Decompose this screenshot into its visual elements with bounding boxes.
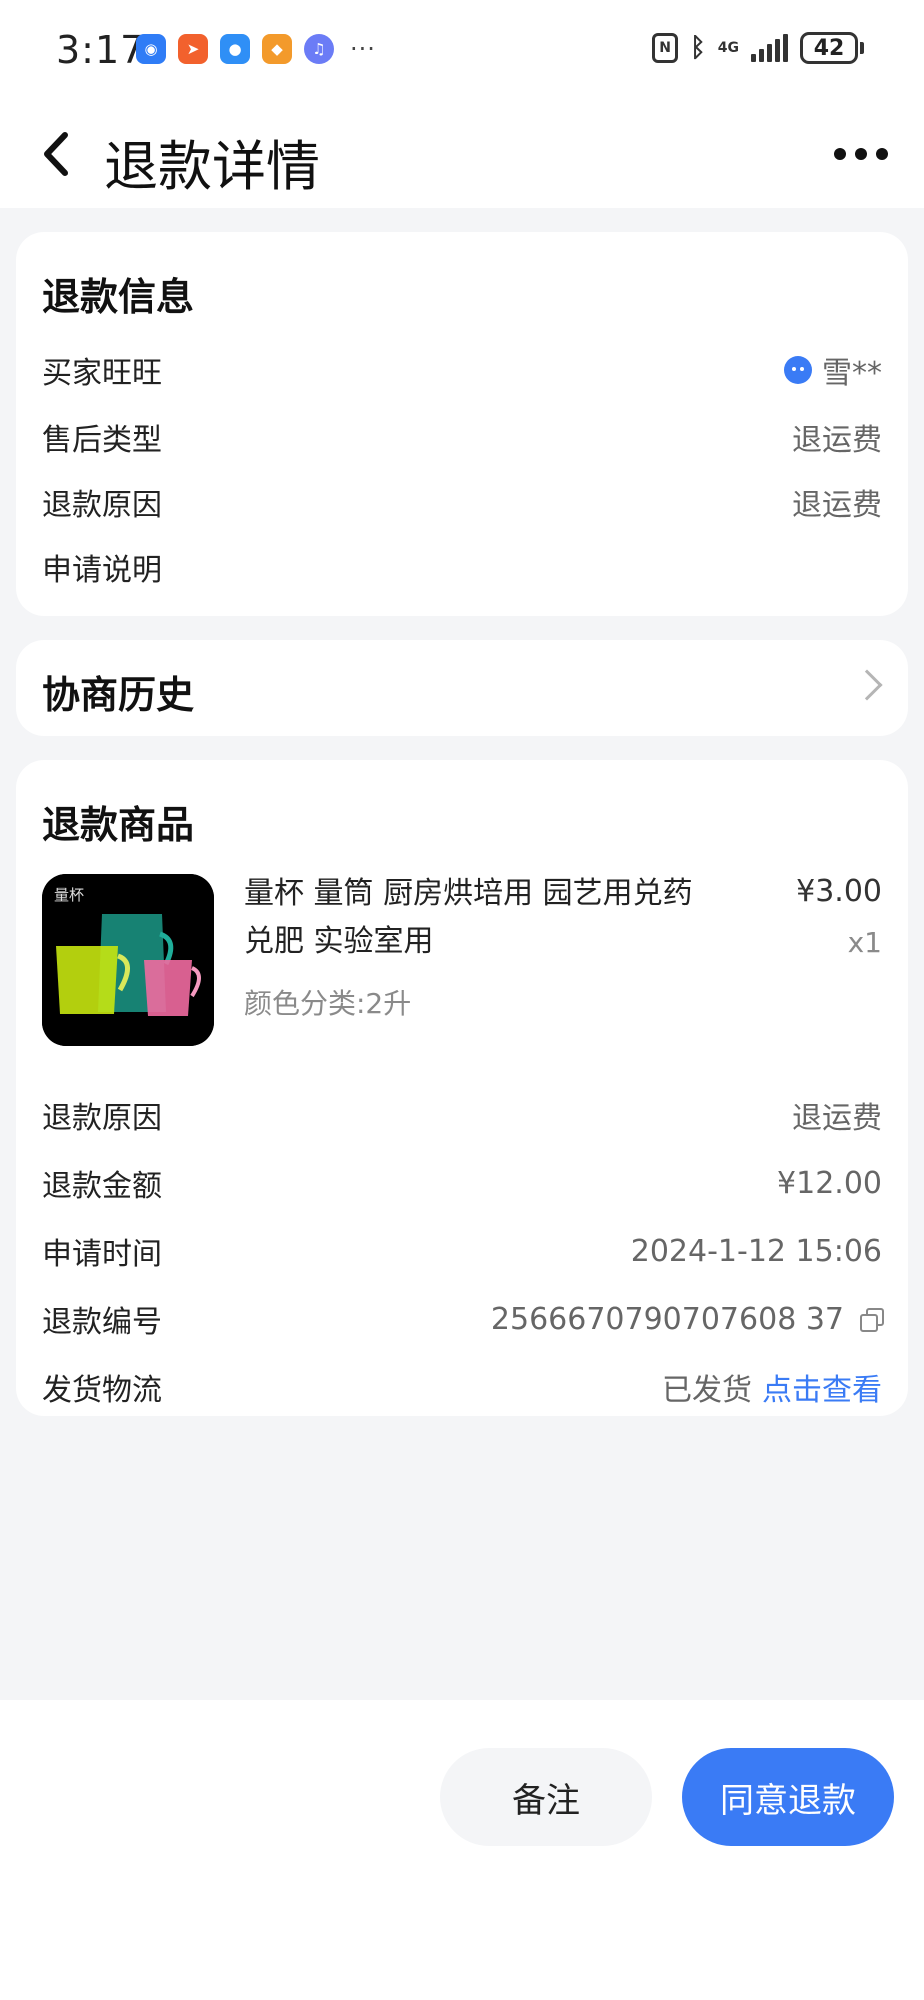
row-label: 退款原因 [42, 488, 162, 523]
chat-app-icon: ● [220, 34, 250, 64]
status-time: 3:17 [56, 28, 146, 72]
row-label: 退款金额 [42, 1169, 162, 1204]
refund-goods-title: 退款商品 [42, 803, 195, 847]
info-row-buyer: 买家旺旺 雪** [42, 345, 882, 395]
row-value: 2024-1-12 15:06 [630, 1233, 882, 1269]
paper-plane-app-icon: ➤ [178, 34, 208, 64]
nav-bar: 退款详情 [0, 100, 924, 208]
back-icon[interactable] [36, 128, 76, 180]
row-value: ¥12.00 [777, 1165, 882, 1201]
top-area: 3:17 ◉ ➤ ● ◆ ♫ ··· N ᛒ 4G 42 退款详情 [0, 0, 924, 208]
row-label: 发货物流 [42, 1373, 162, 1408]
row-label: 售后类型 [42, 423, 162, 458]
signal-icon [751, 34, 788, 62]
info-row-description: 申请说明 [42, 542, 882, 592]
negotiation-history-title: 协商历史 [42, 673, 195, 717]
refund-number: 2566670790707608 37 [490, 1301, 844, 1337]
network-type: 4G [717, 40, 739, 56]
row-value: 退运费 [792, 1101, 882, 1136]
battery-icon: 42 [800, 32, 864, 64]
bottom-action-bar: 备注 同意退款 [0, 1700, 924, 2000]
product-price: ¥3.00 [796, 874, 882, 909]
battery-level: 42 [800, 32, 858, 64]
remark-button[interactable]: 备注 [440, 1748, 652, 1846]
row-label: 申请说明 [42, 553, 162, 588]
row-value: 退运费 [792, 488, 882, 523]
row-label: 申请时间 [42, 1237, 162, 1272]
refund-goods-card: 退款商品 量杯 量杯 量筒 厨房烘培用 园艺用兑药兑肥 实验室用 颜色分类:2升… [16, 760, 908, 1416]
goods-row-amount: 退款金额 ¥12.00 [42, 1158, 882, 1208]
agree-refund-button[interactable]: 同意退款 [682, 1748, 894, 1846]
goods-row-reason: 退款原因 退运费 [42, 1090, 882, 1140]
row-value: 退运费 [792, 423, 882, 458]
goods-row-logistics: 发货物流 已发货 点击查看 [42, 1362, 882, 1412]
robot-app-icon: ◉ [136, 34, 166, 64]
info-row-reason: 退款原因 退运费 [42, 477, 882, 527]
nfc-icon: N [652, 33, 679, 63]
refund-info-card: 退款信息 买家旺旺 雪** 售后类型 退运费 退款原因 退运费 申请说明 [16, 232, 908, 616]
product-image-label: 量杯 [54, 886, 84, 904]
status-bar: 3:17 ◉ ➤ ● ◆ ♫ ··· N ᛒ 4G 42 [0, 0, 924, 100]
product-quantity: x1 [847, 926, 882, 959]
negotiation-history-card[interactable]: 协商历史 [16, 640, 908, 736]
chevron-right-icon [851, 669, 883, 701]
goods-row-refund-number: 退款编号 2566670790707608 37 [42, 1294, 884, 1344]
wangwang-chat-icon[interactable] [784, 356, 812, 384]
copy-icon[interactable] [860, 1308, 884, 1332]
row-value: 已发货 点击查看 [662, 1365, 882, 1409]
goods-row-time: 申请时间 2024-1-12 15:06 [42, 1226, 882, 1276]
buyer-name: 雪** [822, 356, 882, 391]
row-label: 退款原因 [42, 1101, 162, 1136]
pet-app-icon: ◆ [262, 34, 292, 64]
page-title: 退款详情 [104, 135, 320, 198]
music-app-icon: ♫ [304, 34, 334, 64]
more-notifications-icon: ··· [350, 35, 376, 63]
row-label: 买家旺旺 [42, 356, 162, 391]
notification-icons: ◉ ➤ ● ◆ ♫ ··· [136, 34, 376, 64]
refund-info-title: 退款信息 [42, 275, 195, 319]
system-icons: N ᛒ 4G 42 [652, 32, 864, 64]
row-value[interactable]: 雪** [784, 348, 882, 392]
product-image[interactable]: 量杯 [42, 874, 214, 1046]
view-logistics-link[interactable]: 点击查看 [762, 1365, 882, 1409]
product-name[interactable]: 量杯 量筒 厨房烘培用 园艺用兑药兑肥 实验室用 [244, 870, 704, 966]
info-row-type: 售后类型 退运费 [42, 412, 882, 462]
bluetooth-icon: ᛒ [690, 33, 706, 63]
row-value: 2566670790707608 37 [490, 1301, 884, 1337]
shipping-status: 已发货 [662, 1373, 752, 1408]
product-spec: 颜色分类:2升 [244, 987, 412, 1020]
more-options-icon[interactable] [834, 140, 888, 168]
row-label: 退款编号 [42, 1305, 162, 1340]
